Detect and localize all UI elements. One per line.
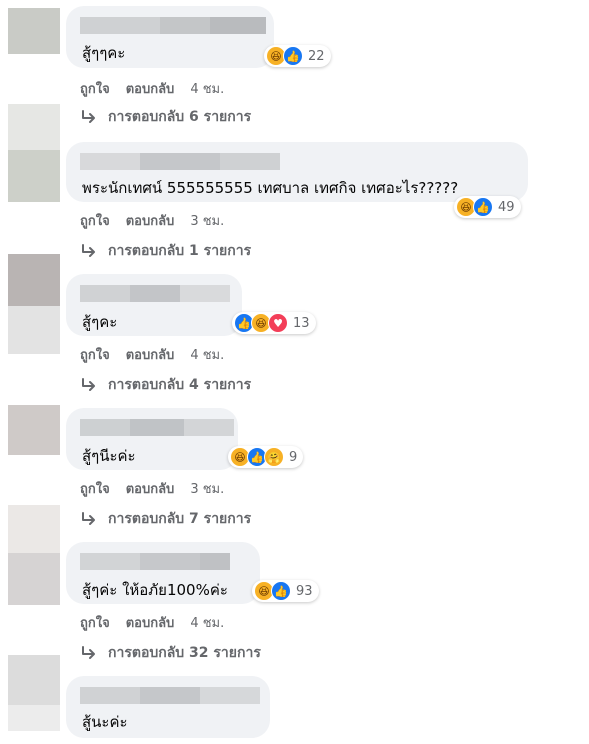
reply-arrow-icon bbox=[82, 512, 95, 525]
view-replies-link[interactable]: การตอบกลับ 1 รายการ bbox=[80, 240, 251, 262]
timestamp[interactable]: 3 ชม. bbox=[190, 210, 224, 231]
author-name-redacted[interactable] bbox=[80, 419, 234, 436]
like-reaction-icon: 👍 bbox=[283, 46, 303, 66]
reaction-summary[interactable]: 😆 👍 🤗 9 bbox=[228, 446, 304, 468]
like-button[interactable]: ถูกใจ bbox=[80, 344, 110, 365]
avatar[interactable] bbox=[8, 405, 60, 455]
like-reaction-icon: 👍 bbox=[271, 581, 291, 601]
comment-text: สู้นะค่ะ bbox=[82, 713, 128, 731]
view-replies-link[interactable]: การตอบกลับ 32 รายการ bbox=[80, 642, 261, 664]
reply-button[interactable]: ตอบกลับ bbox=[126, 478, 175, 499]
avatar[interactable] bbox=[8, 254, 60, 306]
reaction-summary[interactable]: 😆 👍 93 bbox=[252, 580, 319, 602]
replies-label: การตอบกลับ 32 รายการ bbox=[108, 645, 261, 661]
reply-arrow-icon bbox=[82, 110, 95, 123]
comment-text: สู้ๆค่ะ ให้อภัย100%ค่ะ bbox=[82, 581, 228, 599]
comment-text: สู้ๆคะ bbox=[82, 313, 118, 331]
view-replies-link[interactable]: การตอบกลับ 7 รายการ bbox=[80, 508, 251, 530]
reply-button[interactable]: ตอบกลับ bbox=[126, 344, 175, 365]
avatar[interactable] bbox=[8, 553, 60, 605]
comment-bubble: สู้ๆๆคะ bbox=[66, 6, 274, 68]
comment-bubble: สู้นะค่ะ bbox=[66, 676, 270, 738]
author-name-redacted[interactable] bbox=[80, 285, 230, 302]
comment-text: สู้ๆๆคะ bbox=[82, 44, 126, 62]
reaction-summary[interactable]: 😆 👍 49 bbox=[454, 196, 521, 218]
timestamp[interactable]: 3 ชม. bbox=[190, 478, 224, 499]
comment-bubble: สู้ๆคะ bbox=[66, 274, 242, 336]
replies-label: การตอบกลับ 7 รายการ bbox=[108, 511, 252, 527]
timestamp[interactable]: 4 ชม. bbox=[190, 612, 224, 633]
avatar[interactable] bbox=[8, 655, 60, 705]
comment-bubble: พระนักเทศน์ 555555555 เทศบาล เทศกิจ เทศอ… bbox=[66, 142, 528, 202]
reply-arrow-icon bbox=[82, 244, 95, 257]
timestamp[interactable]: 4 ชม. bbox=[190, 344, 224, 365]
reaction-count: 9 bbox=[289, 449, 298, 465]
reply-arrow-icon bbox=[82, 646, 95, 659]
like-button[interactable]: ถูกใจ bbox=[80, 78, 110, 99]
reaction-summary[interactable]: 👍 😆 ♥ 13 bbox=[232, 312, 316, 334]
avatar[interactable] bbox=[8, 8, 60, 54]
like-button[interactable]: ถูกใจ bbox=[80, 478, 110, 499]
reaction-count: 13 bbox=[293, 315, 310, 331]
replies-label: การตอบกลับ 1 รายการ bbox=[108, 243, 252, 259]
reaction-count: 22 bbox=[308, 48, 325, 64]
comment-actions: ถูกใจ ตอบกลับ 3 ชม. bbox=[80, 478, 224, 499]
comment-text: สู้ๆนีะค่ะ bbox=[82, 447, 136, 465]
reply-arrow-icon bbox=[82, 378, 95, 391]
comment-actions: ถูกใจ ตอบกลับ 4 ชม. bbox=[80, 612, 224, 633]
avatar[interactable] bbox=[8, 150, 60, 202]
author-name-redacted[interactable] bbox=[80, 17, 266, 34]
reaction-count: 93 bbox=[296, 583, 313, 599]
like-button[interactable]: ถูกใจ bbox=[80, 210, 110, 231]
reply-button[interactable]: ตอบกลับ bbox=[126, 78, 175, 99]
reply-button[interactable]: ตอบกลับ bbox=[126, 612, 175, 633]
comment-text: พระนักเทศน์ 555555555 เทศบาล เทศกิจ เทศอ… bbox=[82, 179, 459, 197]
view-replies-link[interactable]: การตอบกลับ 6 รายการ bbox=[80, 106, 251, 128]
timestamp[interactable]: 4 ชม. bbox=[190, 78, 224, 99]
reaction-count: 49 bbox=[498, 199, 515, 215]
avatar[interactable] bbox=[8, 505, 60, 553]
care-reaction-icon: 🤗 bbox=[264, 447, 284, 467]
replies-label: การตอบกลับ 4 รายการ bbox=[108, 377, 252, 393]
like-button[interactable]: ถูกใจ bbox=[80, 612, 110, 633]
comment-bubble: สู้ๆค่ะ ให้อภัย100%ค่ะ bbox=[66, 542, 260, 604]
author-name-redacted[interactable] bbox=[80, 153, 280, 170]
reaction-summary[interactable]: 😆 👍 22 bbox=[264, 45, 331, 67]
replies-label: การตอบกลับ 6 รายการ bbox=[108, 109, 252, 125]
like-reaction-icon: 👍 bbox=[473, 197, 493, 217]
author-name-redacted[interactable] bbox=[80, 687, 260, 704]
avatar[interactable] bbox=[8, 306, 60, 354]
comment-actions: ถูกใจ ตอบกลับ 3 ชม. bbox=[80, 210, 224, 231]
love-reaction-icon: ♥ bbox=[268, 313, 288, 333]
reply-button[interactable]: ตอบกลับ bbox=[126, 210, 175, 231]
avatar[interactable] bbox=[8, 705, 60, 731]
avatar[interactable] bbox=[8, 104, 60, 150]
comment-actions: ถูกใจ ตอบกลับ 4 ชม. bbox=[80, 344, 224, 365]
comment-actions: ถูกใจ ตอบกลับ 4 ชม. bbox=[80, 78, 224, 99]
comments-feed: สู้ๆๆคะ 😆 👍 22 ถูกใจ ตอบกลับ 4 ชม. การตอ… bbox=[0, 0, 589, 744]
author-name-redacted[interactable] bbox=[80, 553, 230, 570]
comment-bubble: สู้ๆนีะค่ะ bbox=[66, 408, 238, 470]
view-replies-link[interactable]: การตอบกลับ 4 รายการ bbox=[80, 374, 251, 396]
